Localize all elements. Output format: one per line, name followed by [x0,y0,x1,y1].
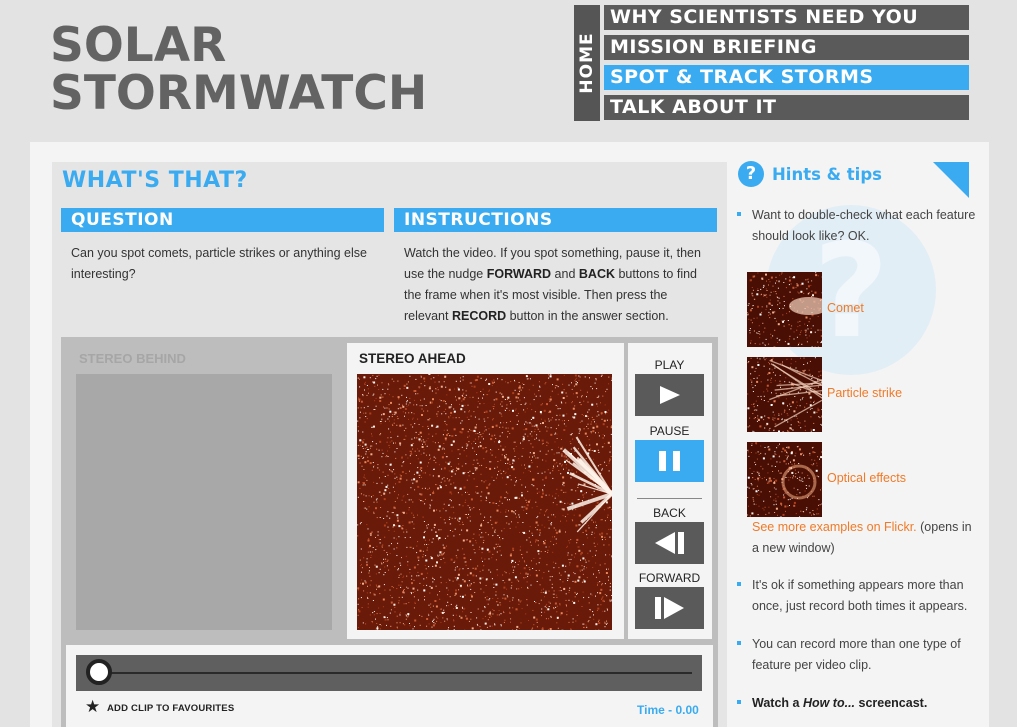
stereo-ahead-image [357,374,612,630]
question-heading: QUESTION [61,208,384,232]
bullet-icon [737,641,741,645]
controls-divider [637,498,702,499]
scrubber-handle[interactable] [86,659,112,685]
instructions-and: and [551,267,579,281]
question-text: Can you spot comets, particle strikes or… [71,246,367,281]
play-button[interactable] [635,374,704,416]
timeline-line [110,672,692,674]
particle-strike-link[interactable]: Particle strike [827,386,902,400]
stereo-behind-label: STEREO BEHIND [79,351,186,366]
pause-icon [659,451,680,471]
optical-effects-link[interactable]: Optical effects [827,471,906,485]
instructions-part-3: button in the answer section. [506,309,669,323]
play-icon [660,386,680,404]
page-title: WHAT'S THAT? [62,168,248,193]
pause-label: PAUSE [649,424,690,438]
instructions-text: Watch the video. If you spot something, … [404,243,709,327]
instructions-heading: INSTRUCTIONS [394,208,717,232]
add-to-favourites-link[interactable]: ADD CLIP TO FAVOURITES [107,703,234,714]
logo-line-2: STORMWATCH [50,66,428,121]
instructions-back: BACK [578,267,615,281]
stereo-ahead-label: STEREO AHEAD [359,351,466,366]
nav-mission-briefing[interactable]: MISSION BRIEFING [604,35,969,60]
play-label: PLAY [654,358,685,372]
bullet-icon [737,212,741,216]
screencast-prefix: Watch a [752,696,803,710]
hint-record-twice: It's ok if something appears more than o… [752,578,968,613]
hint-intro: Want to double-check what each feature s… [752,208,976,243]
stereo-behind-screen [76,374,332,630]
nav-why-scientists-need-you[interactable]: WHY SCIENTISTS NEED YOU [604,5,969,30]
optical-effects-image [747,442,822,517]
stereo-ahead-screen[interactable] [357,374,612,630]
optical-effects-thumbnail[interactable] [747,442,822,517]
screencast-link[interactable]: Watch a How to... screencast. [752,693,977,714]
back-button[interactable] [635,522,704,564]
home-tab[interactable]: HOME [574,5,600,121]
screencast-italic: How to... [802,696,856,710]
comet-link[interactable]: Comet [827,301,864,315]
flickr-link[interactable]: See more examples on Flickr. [752,520,917,534]
particle-strike-image [747,357,822,432]
star-icon[interactable]: ★ [85,698,100,716]
help-icon: ? [738,161,764,187]
step-back-icon [655,532,684,554]
home-tab-label: HOME [577,32,597,94]
nav-talk-about-it[interactable]: TALK ABOUT IT [604,95,969,120]
back-label: BACK [653,506,686,520]
instructions-record: RECORD [451,309,507,323]
comet-image [747,272,822,347]
site-logo[interactable]: SOLAR STORMWATCH [50,22,450,118]
hints-title: Hints & tips [772,165,882,184]
flickr-hint: See more examples on Flickr. (opens in a… [752,517,977,559]
comet-thumbnail[interactable] [747,272,822,347]
logo-line-1: SOLAR [50,18,227,73]
corner-fold-icon [933,162,969,198]
pause-button[interactable] [635,440,704,482]
forward-label: FORWARD [638,571,701,585]
bullet-icon [737,582,741,586]
step-forward-icon [655,597,684,619]
bullet-icon [737,700,741,704]
hint-multiple-types: You can record more than one type of fea… [752,637,961,672]
instructions-forward: FORWARD [486,267,552,281]
forward-button[interactable] [635,587,704,629]
screencast-suffix: screencast. [855,696,928,710]
time-readout: Time - 0.00 [637,703,699,717]
nav-spot-track-storms[interactable]: SPOT & TRACK STORMS [604,65,969,90]
particle-strike-thumbnail[interactable] [747,357,822,432]
